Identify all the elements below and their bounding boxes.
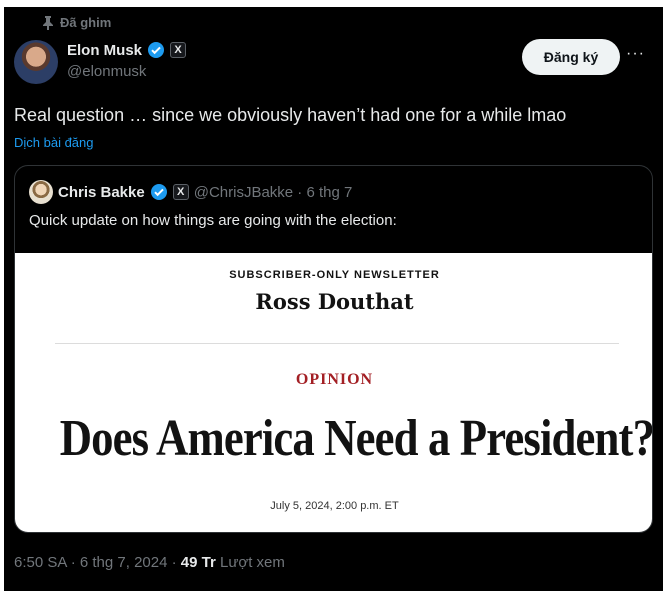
article-divider — [55, 343, 619, 344]
tweet-footer: 6:50 SA · 6 thg 7, 2024 · 49 Tr Lượt xem — [14, 554, 285, 571]
quoted-meta: @ChrisJBakke · 6 thg 7 — [193, 183, 353, 201]
x-badge-icon: X — [172, 184, 189, 200]
author-name-row: Elon Musk X — [67, 41, 187, 59]
translate-link[interactable]: Dịch bài đăng — [14, 135, 94, 150]
quoted-tweet-header: Chris Bakke X @ChrisJBakke · 6 thg 7 — [29, 180, 352, 204]
tweet-timestamp[interactable]: 6:50 SA · 6 thg 7, 2024 · — [14, 554, 181, 571]
verified-icon — [148, 42, 165, 58]
quoted-avatar[interactable] — [29, 180, 53, 204]
more-options-icon[interactable]: ··· — [626, 45, 645, 63]
avatar[interactable] — [14, 40, 58, 84]
x-badge-icon: X — [170, 42, 187, 58]
article-section: OPINION — [295, 371, 374, 388]
article-date: July 5, 2024, 2:00 p.m. ET — [270, 500, 399, 512]
verified-icon — [150, 184, 167, 200]
pinned-label: Đã ghim — [60, 15, 112, 30]
subscribe-button[interactable]: Đăng ký — [522, 39, 620, 75]
quoted-tweet[interactable]: Chris Bakke X @ChrisJBakke · 6 thg 7 Qui… — [14, 165, 653, 533]
quoted-text: Quick update on how things are going wit… — [29, 212, 397, 229]
article-kicker: SUBSCRIBER-ONLY NEWSLETTER — [229, 269, 440, 281]
article-headline: Does America Need a President? — [59, 410, 653, 467]
pin-icon — [43, 15, 53, 30]
article-image-card[interactable]: SUBSCRIBER-ONLY NEWSLETTER Ross Douthat … — [15, 253, 653, 532]
quoted-author-name[interactable]: Chris Bakke — [58, 184, 145, 201]
pinned-indicator: Đã ghim — [42, 15, 111, 30]
views-label: Lượt xem — [215, 554, 285, 571]
article-author: Ross Douthat — [255, 289, 414, 314]
tweet-text: Real question … since we obviously haven… — [14, 105, 567, 125]
view-count: 49 Tr — [180, 554, 216, 571]
author-name[interactable]: Elon Musk — [67, 42, 142, 59]
author-handle[interactable]: @elonmusk — [67, 63, 146, 80]
tweet-container: Đã ghim Elon Musk X @elonmusk Đăng ký ··… — [4, 7, 663, 591]
